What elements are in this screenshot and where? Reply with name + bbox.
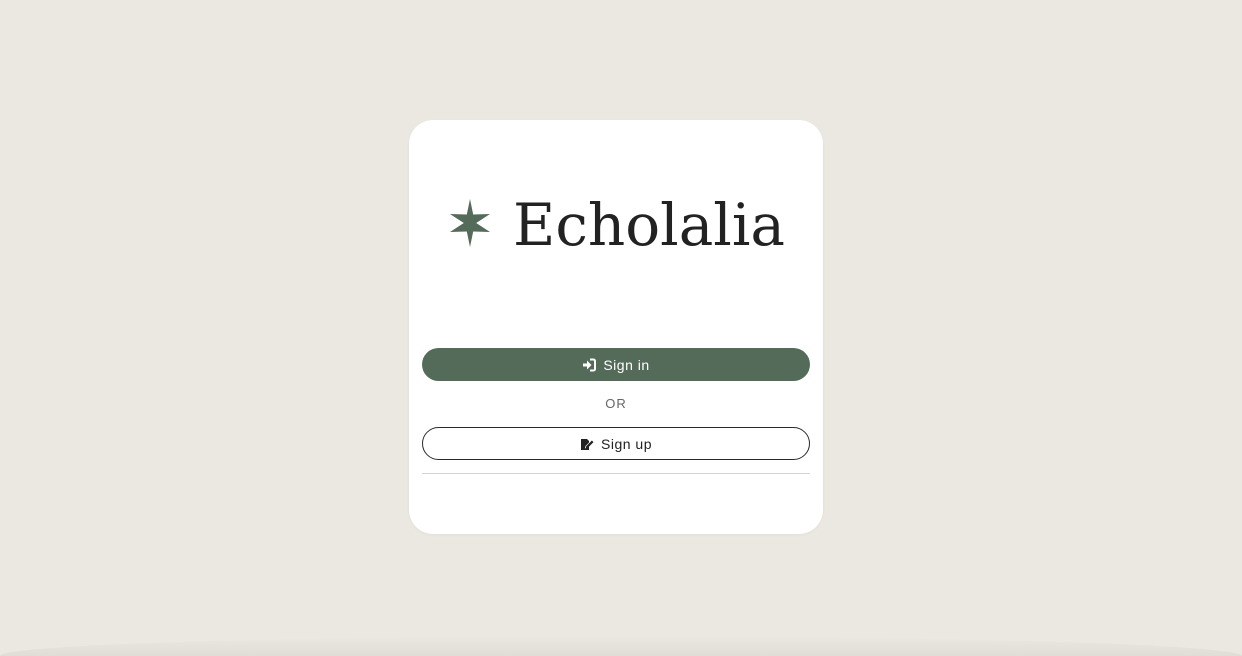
app-name: Echolalia [513, 191, 785, 259]
sign-up-button[interactable]: Sign up [422, 427, 810, 460]
sign-in-icon [582, 358, 597, 372]
or-separator: OR [605, 396, 627, 411]
login-page: Echolalia Sign in OR Sign up [0, 0, 1242, 656]
edit-icon [580, 437, 594, 451]
login-card: Echolalia Sign in OR Sign up [409, 120, 823, 534]
app-logo: Echolalia [409, 178, 823, 268]
sign-in-label: Sign in [603, 356, 650, 373]
sign-in-button[interactable]: Sign in [422, 348, 810, 381]
sign-up-label: Sign up [601, 435, 652, 452]
bottom-edge-shadow [0, 636, 1242, 656]
divider [422, 473, 810, 474]
star-icon [450, 199, 491, 247]
